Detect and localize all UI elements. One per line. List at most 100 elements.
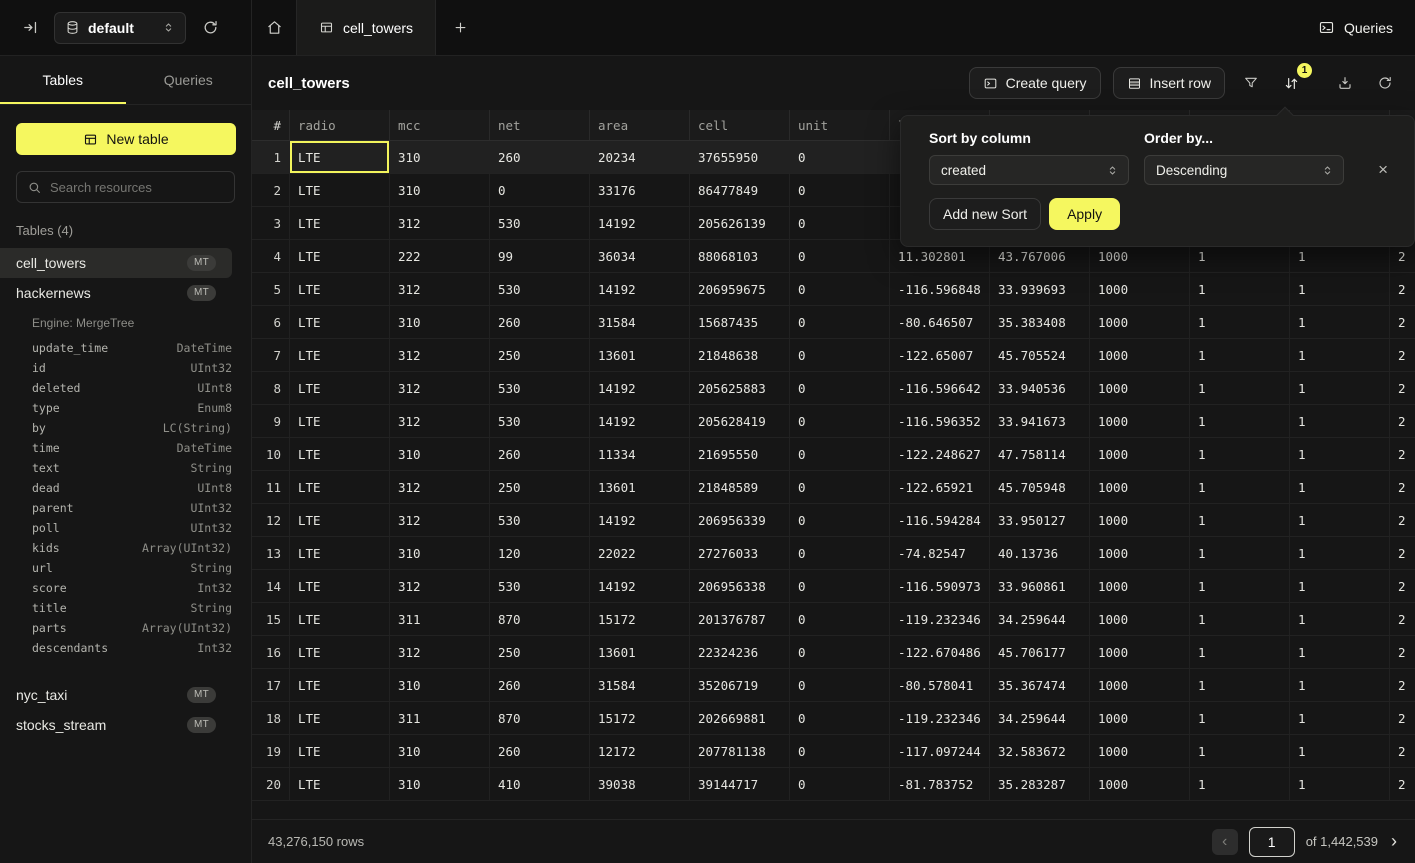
column-header-area[interactable]: area xyxy=(590,110,690,140)
table-cell[interactable]: 33.940536 xyxy=(990,372,1090,404)
queries-button[interactable]: Queries xyxy=(1318,19,1393,36)
table-cell[interactable]: 310 xyxy=(390,735,490,767)
table-cell[interactable]: 21848638 xyxy=(690,339,790,371)
table-cell[interactable]: 1000 xyxy=(1090,603,1190,635)
table-cell[interactable]: 1000 xyxy=(1090,273,1190,305)
table-cell[interactable]: 1 xyxy=(1290,636,1390,668)
table-cell[interactable]: -119.232346 xyxy=(890,702,990,734)
table-cell[interactable]: 0 xyxy=(790,537,890,569)
page-number-input[interactable]: 1 xyxy=(1249,827,1295,857)
next-page-button[interactable]: › xyxy=(1389,831,1399,852)
table-cell[interactable]: 13601 xyxy=(590,471,690,503)
table-cell[interactable]: 1 xyxy=(1190,735,1290,767)
table-cell[interactable]: 1 xyxy=(1190,537,1290,569)
table-cell[interactable]: 33.941673 xyxy=(990,405,1090,437)
table-cell[interactable]: 1000 xyxy=(1090,438,1190,470)
table-cell[interactable]: 35206719 xyxy=(690,669,790,701)
table-cell[interactable]: LTE xyxy=(290,306,390,338)
table-cell[interactable]: 312 xyxy=(390,339,490,371)
table-cell[interactable]: 1 xyxy=(1290,405,1390,437)
search-resources-box[interactable] xyxy=(16,171,235,203)
table-cell[interactable]: 13601 xyxy=(590,339,690,371)
table-cell[interactable]: 33.950127 xyxy=(990,504,1090,536)
column-header-#[interactable]: # xyxy=(252,110,290,140)
table-cell[interactable]: 530 xyxy=(490,570,590,602)
table-cell[interactable]: 35.283287 xyxy=(990,768,1090,800)
table-cell[interactable]: 1 xyxy=(1190,768,1290,800)
table-cell[interactable]: 33176 xyxy=(590,174,690,206)
table-cell[interactable]: 870 xyxy=(490,702,590,734)
table-cell[interactable]: 31584 xyxy=(590,669,690,701)
table-cell[interactable]: LTE xyxy=(290,141,390,173)
table-cell[interactable]: 250 xyxy=(490,339,590,371)
table-cell[interactable]: 410 xyxy=(490,768,590,800)
table-cell[interactable]: 312 xyxy=(390,372,490,404)
table-cell[interactable]: 312 xyxy=(390,636,490,668)
table-cell[interactable]: 1 xyxy=(1290,603,1390,635)
collapse-sidebar-button[interactable] xyxy=(16,14,44,42)
table-cell[interactable]: 1 xyxy=(1190,405,1290,437)
table-cell[interactable]: 312 xyxy=(390,273,490,305)
refresh-databases-button[interactable] xyxy=(196,14,224,42)
table-cell[interactable]: 35.383408 xyxy=(990,306,1090,338)
table-cell[interactable]: 47.758114 xyxy=(990,438,1090,470)
table-cell[interactable]: 33.939693 xyxy=(990,273,1090,305)
table-cell[interactable]: 37655950 xyxy=(690,141,790,173)
table-cell[interactable]: 2 xyxy=(1390,636,1415,668)
table-cell[interactable]: 0 xyxy=(790,471,890,503)
table-cell[interactable]: 2 xyxy=(1390,438,1415,470)
table-cell[interactable]: 260 xyxy=(490,735,590,767)
table-cell[interactable]: 21848589 xyxy=(690,471,790,503)
table-cell[interactable]: 205625883 xyxy=(690,372,790,404)
table-cell[interactable]: 1 xyxy=(1190,273,1290,305)
sort-column-select[interactable]: created xyxy=(929,155,1129,185)
table-cell[interactable]: LTE xyxy=(290,768,390,800)
table-cell[interactable]: 310 xyxy=(390,669,490,701)
table-cell[interactable]: 14192 xyxy=(590,372,690,404)
sort-button[interactable]: 1 xyxy=(1277,69,1305,97)
table-cell[interactable]: 12172 xyxy=(590,735,690,767)
column-header-radio[interactable]: radio xyxy=(290,110,390,140)
table-cell[interactable]: 2 xyxy=(1390,339,1415,371)
table-cell[interactable]: 39144717 xyxy=(690,768,790,800)
table-cell[interactable]: 260 xyxy=(490,306,590,338)
create-query-button[interactable]: Create query xyxy=(969,67,1101,99)
table-cell[interactable]: 1000 xyxy=(1090,306,1190,338)
table-cell[interactable]: 1000 xyxy=(1090,636,1190,668)
sidebar-item-cell-towers[interactable]: cell_towers MT xyxy=(0,248,232,278)
new-tab-button[interactable] xyxy=(436,0,484,55)
table-cell[interactable]: 1 xyxy=(1290,537,1390,569)
table-cell[interactable]: 0 xyxy=(790,570,890,602)
table-cell[interactable]: 1000 xyxy=(1090,702,1190,734)
table-cell[interactable]: 0 xyxy=(790,603,890,635)
table-cell[interactable]: 0 xyxy=(790,735,890,767)
table-cell[interactable]: 310 xyxy=(390,537,490,569)
table-cell[interactable]: 2 xyxy=(1390,669,1415,701)
table-cell[interactable]: LTE xyxy=(290,669,390,701)
table-cell[interactable]: 2 xyxy=(1390,537,1415,569)
table-cell[interactable]: 2 xyxy=(1390,471,1415,503)
table-cell[interactable]: 1 xyxy=(1190,339,1290,371)
table-cell[interactable]: 0 xyxy=(790,768,890,800)
table-cell[interactable]: 45.705524 xyxy=(990,339,1090,371)
table-cell[interactable]: 1 xyxy=(1290,471,1390,503)
add-new-sort-button[interactable]: Add new Sort xyxy=(929,198,1041,230)
table-cell[interactable]: 0 xyxy=(790,504,890,536)
table-cell[interactable]: -81.783752 xyxy=(890,768,990,800)
table-cell[interactable]: 0 xyxy=(790,207,890,239)
sidebar-item-nyc-taxi[interactable]: nyc_taxi MT xyxy=(0,680,232,710)
sort-order-select[interactable]: Descending xyxy=(1144,155,1344,185)
table-cell[interactable]: 1 xyxy=(1290,669,1390,701)
table-cell[interactable]: -116.596352 xyxy=(890,405,990,437)
remove-sort-button[interactable]: × xyxy=(1378,155,1388,185)
table-cell[interactable]: 2 xyxy=(1390,603,1415,635)
table-cell[interactable]: 14192 xyxy=(590,570,690,602)
table-cell[interactable]: LTE xyxy=(290,735,390,767)
table-cell[interactable]: 0 xyxy=(790,669,890,701)
table-cell[interactable]: 310 xyxy=(390,174,490,206)
table-cell[interactable]: -119.232346 xyxy=(890,603,990,635)
table-cell[interactable]: 1 xyxy=(1290,339,1390,371)
table-cell[interactable]: 0 xyxy=(790,636,890,668)
table-cell[interactable]: 312 xyxy=(390,504,490,536)
table-cell[interactable]: 40.13736 xyxy=(990,537,1090,569)
